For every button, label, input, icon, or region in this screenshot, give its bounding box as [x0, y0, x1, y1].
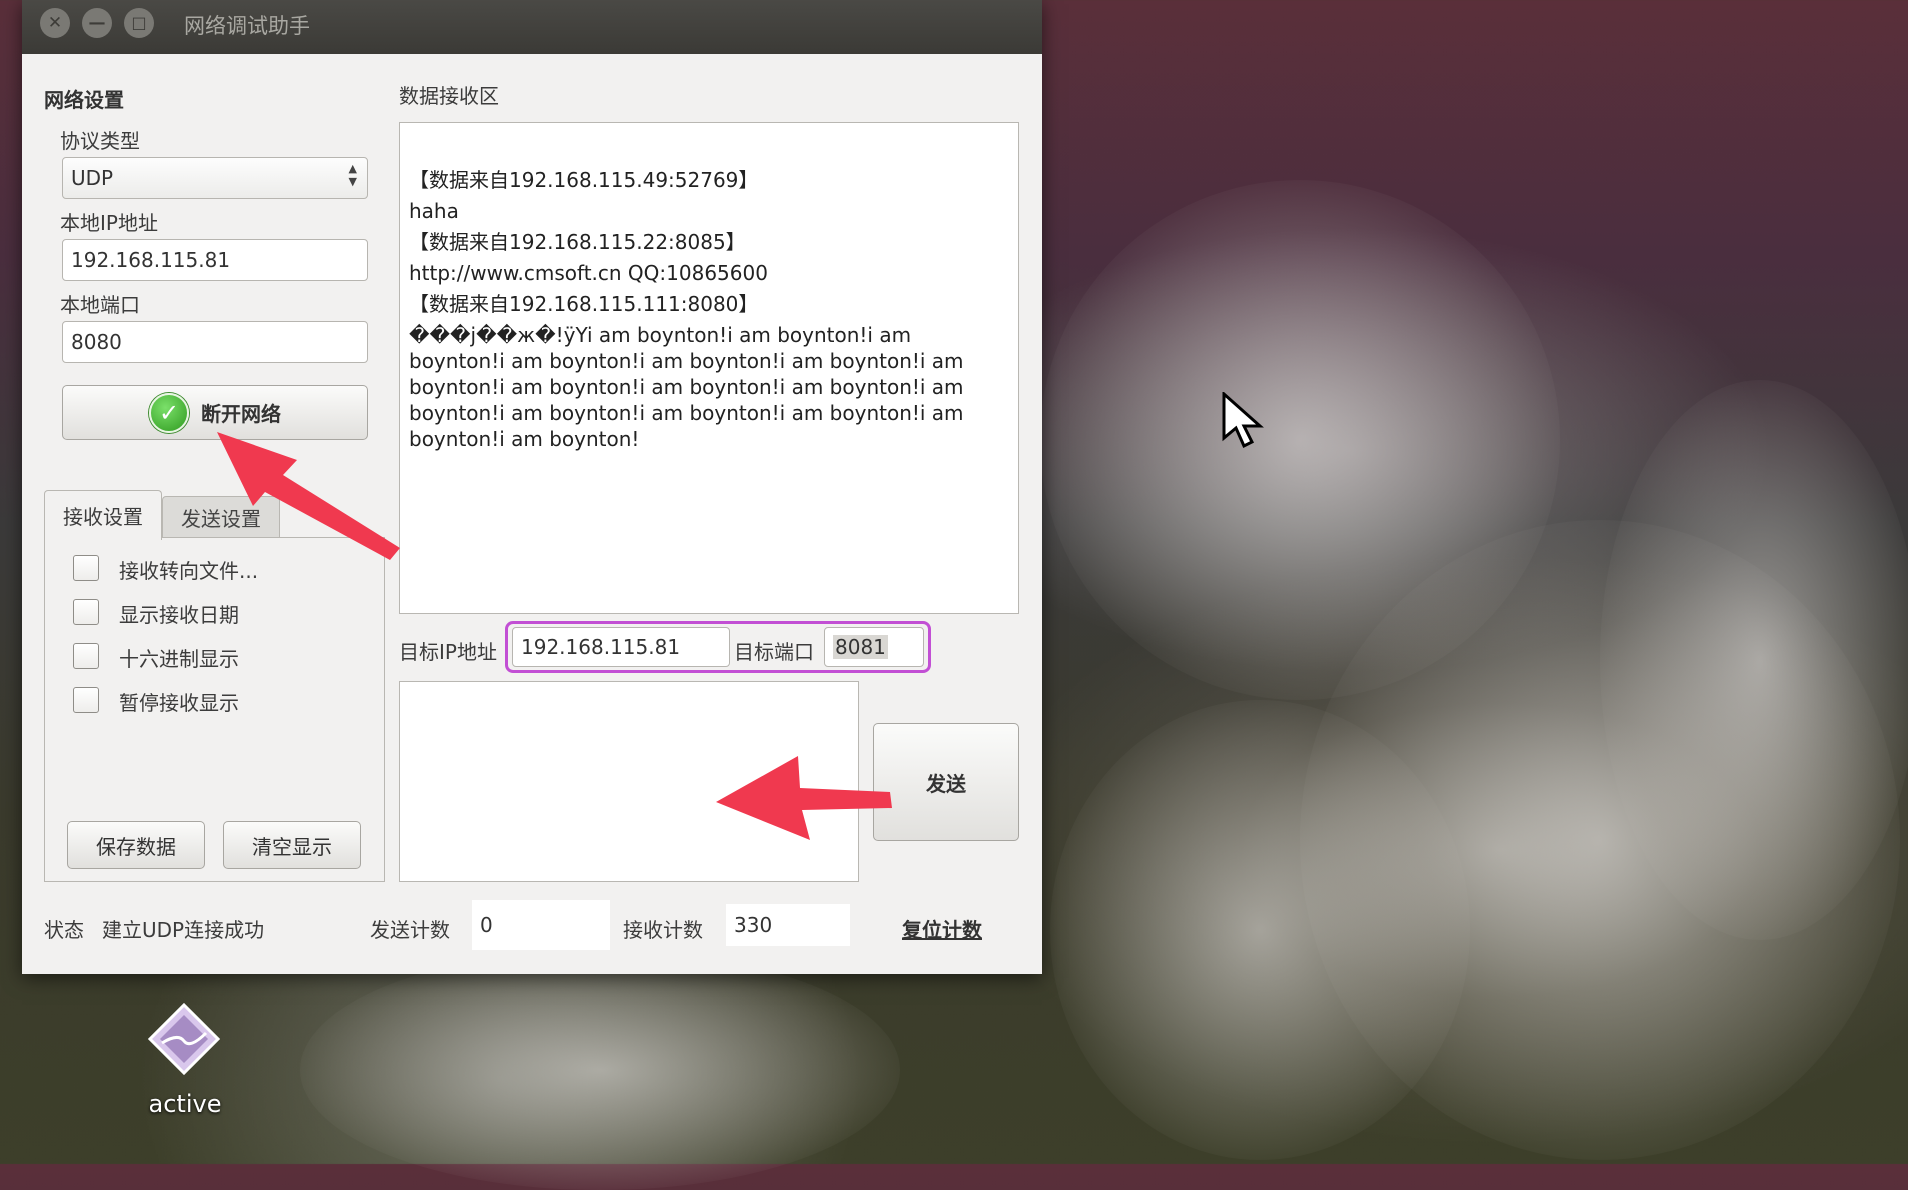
mouse-cursor-icon	[1222, 392, 1264, 449]
spin-arrows-icon: ▲ ▼	[348, 162, 357, 188]
checkbox-show-date[interactable]	[73, 599, 99, 625]
annotation-highlight-box	[505, 621, 931, 673]
background-plume	[1600, 380, 1908, 940]
recv-count-label: 接收计数	[623, 918, 703, 942]
network-settings-heading: 网络设置	[44, 88, 124, 112]
annotation-arrow-icon	[217, 432, 400, 560]
receive-garbled-text: ���j��ж�!ÿYi am boynton!i am boynton!i a…	[409, 323, 964, 451]
receive-text-area[interactable]: 【数据来自192.168.115.49:52769】 haha 【数据来自192…	[399, 122, 1019, 614]
background-plume	[1050, 700, 1470, 1160]
clear-display-button[interactable]: 清空显示	[223, 821, 361, 869]
send-count-field: 0	[472, 900, 610, 950]
recv-count-field: 330	[726, 904, 850, 946]
local-ip-label: 本地IP地址	[60, 211, 158, 235]
receive-line: haha	[409, 199, 459, 223]
checkbox-pause-display[interactable]	[73, 687, 99, 713]
send-count-label: 发送计数	[370, 918, 450, 942]
receive-area-heading: 数据接收区	[399, 84, 499, 108]
save-data-button[interactable]: 保存数据	[67, 821, 205, 869]
checkmark-icon: ✓	[149, 392, 189, 433]
local-port-label: 本地端口	[60, 293, 140, 317]
protocol-select[interactable]: UDP ▲ ▼	[62, 157, 368, 199]
protocol-label: 协议类型	[60, 129, 140, 153]
status-text: 建立UDP连接成功	[102, 918, 265, 942]
checkbox-label: 暂停接收显示	[119, 691, 239, 715]
background-plume	[300, 950, 900, 1190]
checkbox-label: 十六进制显示	[119, 647, 239, 671]
receive-settings-panel: 接收转向文件... 显示接收日期 十六进制显示 暂停接收显示 保存数据 清空显示	[44, 537, 385, 882]
target-ip-label: 目标IP地址	[399, 640, 497, 664]
title-bar: ✕ — □ 网络调试助手	[22, 0, 1042, 54]
window-title: 网络调试助手	[184, 14, 310, 38]
receive-line: 【数据来自192.168.115.49:52769】	[409, 168, 759, 192]
checkbox-label: 显示接收日期	[119, 603, 239, 627]
tab-receive-settings[interactable]: 接收设置	[44, 490, 162, 540]
close-icon[interactable]: ✕	[40, 8, 70, 38]
status-label: 状态	[44, 918, 84, 942]
reset-count-button[interactable]: 复位计数	[902, 914, 982, 943]
receive-line: http://www.cmsoft.cn QQ:10865600	[409, 261, 768, 285]
protocol-value: UDP	[71, 166, 114, 190]
checkbox-hex-display[interactable]	[73, 643, 99, 669]
checkbox-redirect-file[interactable]	[73, 555, 99, 581]
local-port-input[interactable]: 8080	[62, 321, 368, 363]
receive-line: 【数据来自192.168.115.22:8085】	[409, 230, 746, 254]
minimize-icon[interactable]: —	[82, 8, 112, 38]
maximize-icon[interactable]: □	[124, 8, 154, 38]
local-ip-input[interactable]: 192.168.115.81	[62, 239, 368, 281]
receive-line: 【数据来自192.168.115.111:8080】	[409, 292, 759, 316]
desktop-icon-label[interactable]: active	[120, 1090, 250, 1118]
active-app-icon[interactable]	[148, 1003, 220, 1075]
annotation-arrow-icon	[716, 756, 892, 840]
